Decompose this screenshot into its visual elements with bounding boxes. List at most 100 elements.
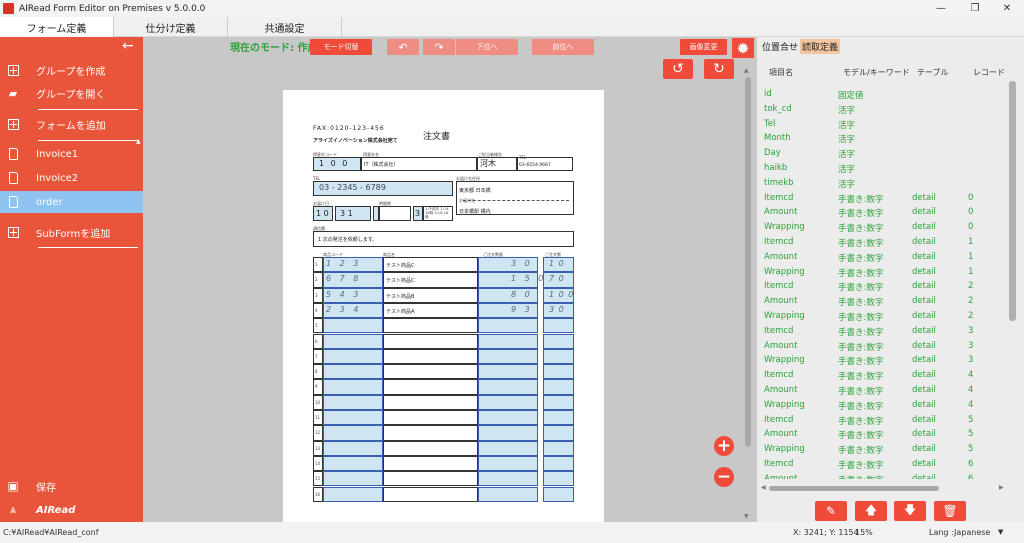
list-item[interactable]: Amount 手書き:数字 detail 1 bbox=[764, 252, 1004, 267]
tab-read-definition[interactable]: 読取定義 bbox=[800, 39, 841, 54]
column-header-record[interactable]: レコード bbox=[973, 67, 1005, 78]
column-header-name[interactable]: 項目名 bbox=[769, 67, 793, 78]
table-cell[interactable] bbox=[323, 333, 383, 349]
table-cell[interactable] bbox=[478, 471, 538, 487]
list-item[interactable]: Wrapping 手書き:数字 detail 2 bbox=[764, 311, 1004, 326]
list-item[interactable]: haikb 活字 bbox=[764, 163, 1004, 178]
panel-vscrollbar[interactable] bbox=[1008, 71, 1017, 481]
list-item[interactable]: Wrapping 手書き:数字 detail 1 bbox=[764, 267, 1004, 282]
save-button[interactable]: ▣ 保存 bbox=[0, 475, 143, 497]
list-item[interactable]: Wrapping 手書き:数字 detail 4 bbox=[764, 400, 1004, 415]
scroll-right-icon[interactable]: ▶ bbox=[999, 484, 1004, 491]
table-cell[interactable] bbox=[478, 410, 538, 426]
table-cell[interactable] bbox=[478, 379, 538, 395]
list-item[interactable]: Amount 手書き:数字 detail 5 bbox=[764, 429, 1004, 444]
scrollbar-thumb[interactable] bbox=[769, 486, 939, 491]
edit-button[interactable]: ✎ bbox=[815, 501, 847, 521]
list-item[interactable]: Wrapping 手書き:数字 detail 5 bbox=[764, 444, 1004, 459]
mode-switch-button[interactable]: モード切替 bbox=[310, 39, 372, 55]
table-cell[interactable] bbox=[323, 394, 383, 410]
lang-select[interactable]: Japanese bbox=[954, 528, 990, 537]
move-up-button[interactable]: 前位へ bbox=[532, 39, 594, 55]
move-down-button[interactable]: 下位へ bbox=[456, 39, 518, 55]
table-cell[interactable] bbox=[543, 394, 574, 410]
list-item[interactable]: Itemcd 手書き:数字 detail 2 bbox=[764, 281, 1004, 296]
table-cell[interactable] bbox=[323, 410, 383, 426]
chevron-down-icon[interactable]: ▼ bbox=[998, 528, 1003, 536]
create-group-button[interactable]: グループを作成 bbox=[0, 59, 143, 81]
rotate-left-button[interactable]: ↺ bbox=[663, 59, 693, 79]
gear-icon[interactable]: ✹ bbox=[732, 38, 754, 58]
table-cell[interactable] bbox=[543, 440, 574, 456]
table-cell[interactable] bbox=[543, 425, 574, 441]
table-cell[interactable] bbox=[323, 364, 383, 380]
table-cell[interactable] bbox=[323, 486, 383, 502]
column-header-model[interactable]: モデル/キーワード bbox=[843, 67, 910, 78]
form-item-order[interactable]: order bbox=[0, 191, 143, 213]
list-item[interactable]: tok_cd 活字 bbox=[764, 104, 1004, 119]
undo-button[interactable]: ↶ bbox=[387, 39, 419, 55]
table-cell[interactable] bbox=[323, 425, 383, 441]
canvas-scrollbar[interactable]: ▲ ▼ bbox=[743, 67, 753, 521]
list-item[interactable]: id 固定値 bbox=[764, 89, 1004, 104]
open-group-button[interactable]: ▰ グループを開く bbox=[0, 82, 143, 104]
table-cell[interactable] bbox=[478, 394, 538, 410]
table-cell[interactable] bbox=[478, 440, 538, 456]
scroll-down-icon[interactable]: ▼ bbox=[744, 513, 749, 520]
list-item[interactable]: Day 活字 bbox=[764, 148, 1004, 163]
table-cell[interactable] bbox=[323, 471, 383, 487]
list-item[interactable]: Itemcd 手書き:数字 detail 6 bbox=[764, 459, 1004, 474]
table-cell[interactable] bbox=[543, 486, 574, 502]
close-icon[interactable]: ✕ bbox=[990, 0, 1024, 17]
table-cell[interactable] bbox=[478, 425, 538, 441]
rotate-right-button[interactable]: ↻ bbox=[704, 59, 734, 79]
panel-hscrollbar[interactable]: ◀ ▶ bbox=[761, 484, 1006, 493]
zoom-out-button[interactable]: − bbox=[714, 467, 734, 487]
table-cell[interactable] bbox=[478, 348, 538, 365]
table-cell[interactable] bbox=[543, 471, 574, 487]
table-cell[interactable] bbox=[478, 333, 538, 349]
form-document[interactable]: FAX:0120-123-456 注文書 アライズイノベーション株式会社宛て 得… bbox=[283, 90, 604, 522]
list-item[interactable]: Itemcd 手書き:数字 detail 4 bbox=[764, 370, 1004, 385]
add-subform-button[interactable]: SubFormを追加 bbox=[0, 221, 143, 243]
table-cell[interactable] bbox=[478, 318, 538, 334]
table-cell[interactable] bbox=[478, 486, 538, 502]
table-cell[interactable] bbox=[323, 379, 383, 395]
table-cell[interactable] bbox=[543, 348, 574, 365]
table-cell[interactable] bbox=[543, 318, 574, 334]
minimize-icon[interactable]: — bbox=[924, 0, 958, 17]
table-cell[interactable] bbox=[543, 364, 574, 380]
list-item[interactable]: Itemcd 手書き:数字 detail 1 bbox=[764, 237, 1004, 252]
image-change-button[interactable]: 画像変更 bbox=[680, 39, 727, 55]
table-cell[interactable] bbox=[478, 455, 538, 472]
delete-button[interactable]: 🗑 bbox=[934, 501, 966, 521]
tab-sort-definition[interactable]: 仕分け定義 bbox=[114, 17, 228, 37]
collapse-arrow-icon[interactable]: ← bbox=[122, 38, 134, 54]
list-item[interactable]: Itemcd 手書き:数字 detail 3 bbox=[764, 326, 1004, 341]
scroll-left-icon[interactable]: ◀ bbox=[761, 484, 766, 491]
scrollbar-thumb[interactable] bbox=[745, 77, 751, 447]
maximize-icon[interactable]: ❐ bbox=[958, 0, 992, 17]
table-cell[interactable] bbox=[543, 455, 574, 472]
scrollbar-thumb[interactable] bbox=[1009, 81, 1016, 321]
list-item[interactable]: Itemcd 手書き:数字 detail 5 bbox=[764, 415, 1004, 430]
table-cell[interactable] bbox=[543, 379, 574, 395]
table-cell[interactable] bbox=[323, 455, 383, 472]
redo-button[interactable]: ↷ bbox=[423, 39, 455, 55]
move-up-field-button[interactable]: 🡅 bbox=[855, 501, 887, 521]
column-header-table[interactable]: テーブル bbox=[917, 67, 949, 78]
form-item-invoice2[interactable]: Invoice2 bbox=[0, 167, 143, 189]
form-item-invoice1[interactable]: Invoice1 bbox=[0, 143, 143, 165]
scroll-up-icon[interactable]: ▲ bbox=[744, 67, 749, 74]
list-item[interactable]: Amount 手書き:数字 detail 2 bbox=[764, 296, 1004, 311]
canvas-area[interactable]: 現在のモード: 作成 モード切替 ↶ ↷ 下位へ 前位へ 画像変更 ✹ ↺ ↻ … bbox=[143, 37, 757, 522]
tab-alignment[interactable]: 位置合せ bbox=[760, 39, 800, 54]
list-item[interactable]: Amount 手書き:数字 detail 4 bbox=[764, 385, 1004, 400]
list-item[interactable]: Wrapping 手書き:数字 detail 3 bbox=[764, 355, 1004, 370]
zoom-in-button[interactable]: + bbox=[714, 436, 734, 456]
move-down-field-button[interactable]: 🡇 bbox=[894, 501, 926, 521]
tab-common-settings[interactable]: 共通設定 bbox=[228, 17, 342, 37]
add-form-button[interactable]: フォームを追加 bbox=[0, 113, 143, 135]
table-cell[interactable] bbox=[323, 318, 383, 334]
list-item[interactable]: timekb 活字 bbox=[764, 178, 1004, 193]
